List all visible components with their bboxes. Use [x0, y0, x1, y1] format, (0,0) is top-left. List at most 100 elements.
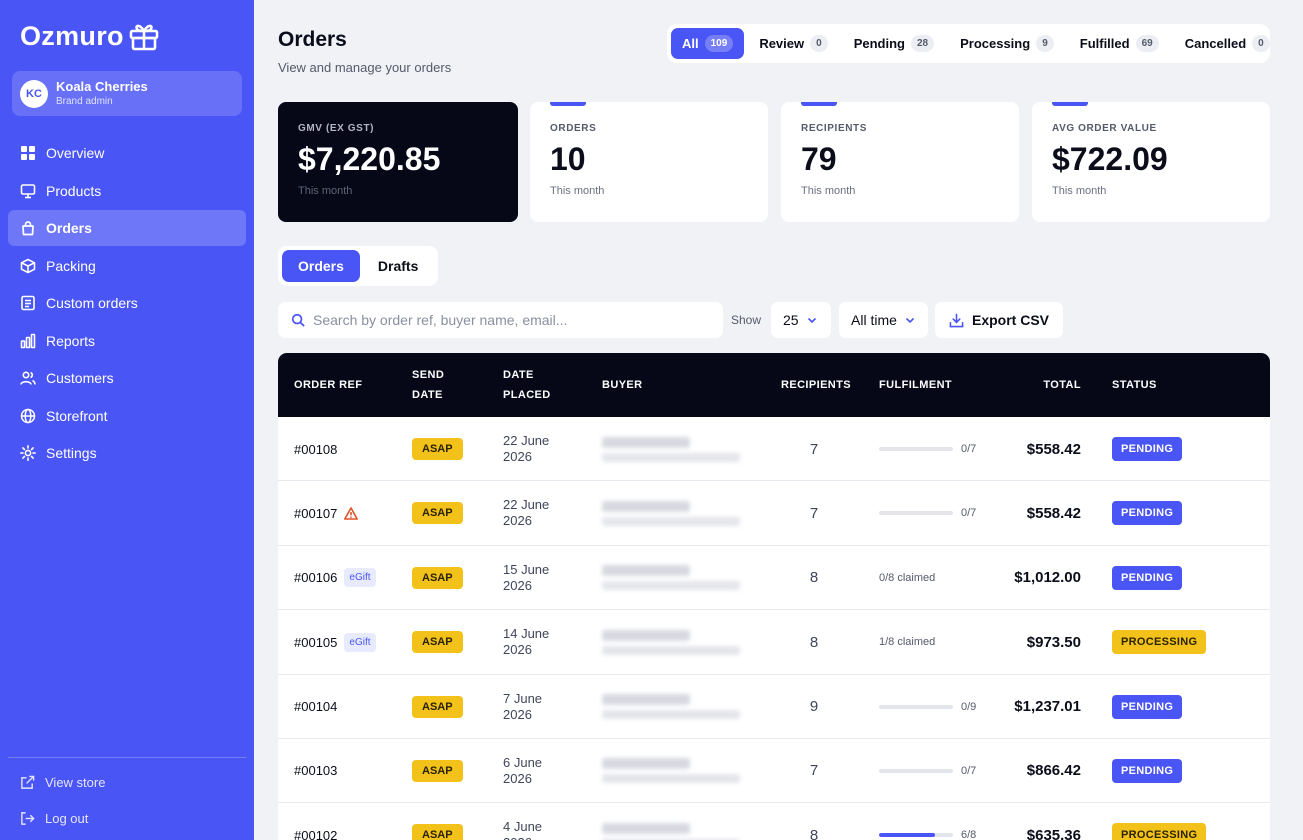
status-cell: PENDING [1112, 417, 1183, 481]
time-range-select[interactable]: All time [839, 302, 928, 338]
order-ref[interactable]: #00106 [294, 570, 337, 585]
grid-icon [21, 146, 35, 160]
table-row[interactable]: #00105 eGift ASAP 14 June 2026 8 1/8 claimed $9… [278, 610, 1270, 675]
table-row[interactable]: #00103 ASAP 6 June 2026 7 0/7 $866.42 PENDING [278, 739, 1270, 804]
buyer-email-redacted [602, 774, 740, 784]
header-send-date[interactable]: SEND DATE [412, 353, 444, 417]
tab-label: Cancelled [1184, 36, 1247, 51]
stat-card-orders: ORDERS 10 This month [530, 102, 768, 222]
header-date-placed[interactable]: DATE PLACED [503, 353, 551, 417]
stat-accent [1052, 102, 1088, 106]
sidebar-item-storefront[interactable]: Storefront [8, 398, 246, 434]
sidebar-item-overview[interactable]: Overview [8, 135, 246, 171]
tab-processing[interactable]: Processing 9 [949, 28, 1065, 59]
status-cell: PENDING [1112, 481, 1183, 545]
date-placed-cell: 22 June 2026 [503, 481, 573, 545]
stat-note: This month [298, 185, 353, 197]
header-total[interactable]: TOTAL [978, 353, 1081, 417]
order-ref-cell[interactable]: #00102 [294, 803, 337, 840]
stat-label: ORDERS [550, 123, 597, 134]
table-row[interactable]: #00108 ASAP 22 June 2026 7 0/7 $558.42 PENDING [278, 417, 1270, 482]
tab-orders[interactable]: Orders [282, 250, 360, 282]
tab-label: Pending [853, 36, 905, 51]
sidebar-item-customers[interactable]: Customers [8, 360, 246, 396]
tab-cancelled[interactable]: Cancelled 0 [1174, 28, 1281, 59]
fulfilment-count: 0/9 [961, 700, 977, 713]
tab-count: 9 [1036, 35, 1054, 52]
header-status[interactable]: STATUS [1112, 353, 1157, 417]
search-input[interactable] [313, 312, 703, 328]
tab-count: 109 [704, 35, 734, 52]
buyer-cell [602, 803, 740, 840]
order-ref[interactable]: #00108 [294, 442, 337, 457]
order-ref-cell[interactable]: #00108 [294, 417, 337, 481]
order-ref[interactable]: #00104 [294, 699, 337, 714]
tab-pending[interactable]: Pending 28 [843, 28, 945, 59]
header-recipients[interactable]: RECIPIENTS [781, 353, 851, 417]
stat-card-recipients: RECIPIENTS 79 This month [781, 102, 1019, 222]
status-cell: PROCESSING [1112, 610, 1207, 674]
sidebar-item-label: Reports [46, 332, 96, 349]
order-ref[interactable]: #00107 [294, 506, 337, 521]
sidebar-item-products[interactable]: Products [8, 173, 246, 209]
sidebar-item-orders[interactable]: Orders [8, 210, 246, 246]
fulfilment-cell: 0/8 claimed [879, 546, 935, 610]
tab-review[interactable]: Review 0 [748, 28, 838, 59]
sidebar-item-reports[interactable]: Reports [8, 323, 246, 359]
table-body: #00108 ASAP 22 June 2026 7 0/7 $558.42 PENDING #… [278, 417, 1270, 840]
user-card[interactable]: KC Koala Cherries Brand admin [12, 71, 242, 116]
page-size-select[interactable]: 25 [771, 302, 831, 338]
tab-fulfilled[interactable]: Fulfilled 69 [1069, 28, 1170, 59]
order-ref-cell[interactable]: #00103 [294, 739, 337, 803]
tab-all[interactable]: All 109 [671, 28, 745, 59]
fulfilment-count: 0/7 [961, 443, 977, 455]
stat-accent [801, 102, 837, 106]
egift-badge: eGift [344, 568, 376, 588]
sidebar-item-settings[interactable]: Settings [8, 435, 246, 471]
sidebar-item-custom-orders[interactable]: Custom orders [8, 285, 246, 321]
total-cell: $866.42 [1026, 762, 1081, 780]
buyer-email-redacted [602, 581, 740, 591]
tab-drafts[interactable]: Drafts [362, 250, 434, 282]
order-ref[interactable]: #00105 [294, 635, 337, 650]
order-ref-cell[interactable]: #00107 [294, 481, 359, 545]
header-line: PLACED [503, 389, 551, 401]
order-ref[interactable]: #00102 [294, 828, 337, 840]
log-out-link[interactable]: Log out [8, 803, 246, 833]
buyer-name-redacted [602, 629, 690, 641]
order-ref-cell[interactable]: #00104 [294, 675, 337, 739]
table-row[interactable]: #00104 ASAP 7 June 2026 9 0/9 $1,237.01 PENDING [278, 675, 1270, 739]
order-ref-cell[interactable]: #00106 eGift [294, 546, 376, 610]
view-store-link[interactable]: View store [8, 767, 246, 797]
table-row[interactable]: #00102 ASAP 4 June2026 8 6/8 $635.36 PROCESSIN… [278, 803, 1270, 840]
box-icon [20, 258, 36, 273]
recipients-cell: 9 [809, 698, 819, 716]
sidebar-item-label: Custom orders [46, 295, 138, 311]
header-order-ref[interactable]: ORDER REF [294, 353, 362, 417]
export-csv-button[interactable]: Export CSV [935, 302, 1063, 338]
buyer-email-redacted [602, 452, 740, 462]
brand-logo[interactable]: Ozmuro [20, 20, 160, 52]
buyer-name-redacted [602, 565, 690, 577]
send-date-cell: ASAP [412, 546, 463, 610]
table-row[interactable]: #00106 eGift ASAP 15 June 2026 8 0/8 claimed $1… [278, 546, 1270, 611]
total-cell: $1,012.00 [1014, 569, 1081, 587]
header-buyer[interactable]: BUYER [602, 353, 643, 417]
egift-badge: eGift [344, 632, 376, 652]
status-badge: PENDING [1112, 565, 1183, 590]
date-placed-cell: 14 June 2026 [503, 610, 573, 674]
recipients-cell: 8 [809, 826, 819, 840]
status-badge: PENDING [1112, 758, 1183, 783]
globe-icon [20, 408, 36, 423]
recipients-cell: 7 [809, 440, 819, 458]
order-ref-cell[interactable]: #00105 eGift [294, 610, 376, 674]
date-line: 14 June [503, 626, 550, 642]
header-fulfilment[interactable]: FULFILMENT [879, 353, 952, 417]
sidebar-item-packing[interactable]: Packing [8, 248, 246, 284]
tab-count: 28 [910, 35, 935, 52]
status-filter-tabs: All 109 Review 0 Pending 28 Processing 9 Ful… [667, 24, 1270, 63]
order-ref[interactable]: #00103 [294, 763, 337, 778]
header-line: SEND [412, 369, 445, 381]
tab-label: All [682, 36, 699, 51]
table-row[interactable]: #00107 ASAP 22 June 2026 7 0/7 $558.42 PENDING [278, 481, 1270, 546]
